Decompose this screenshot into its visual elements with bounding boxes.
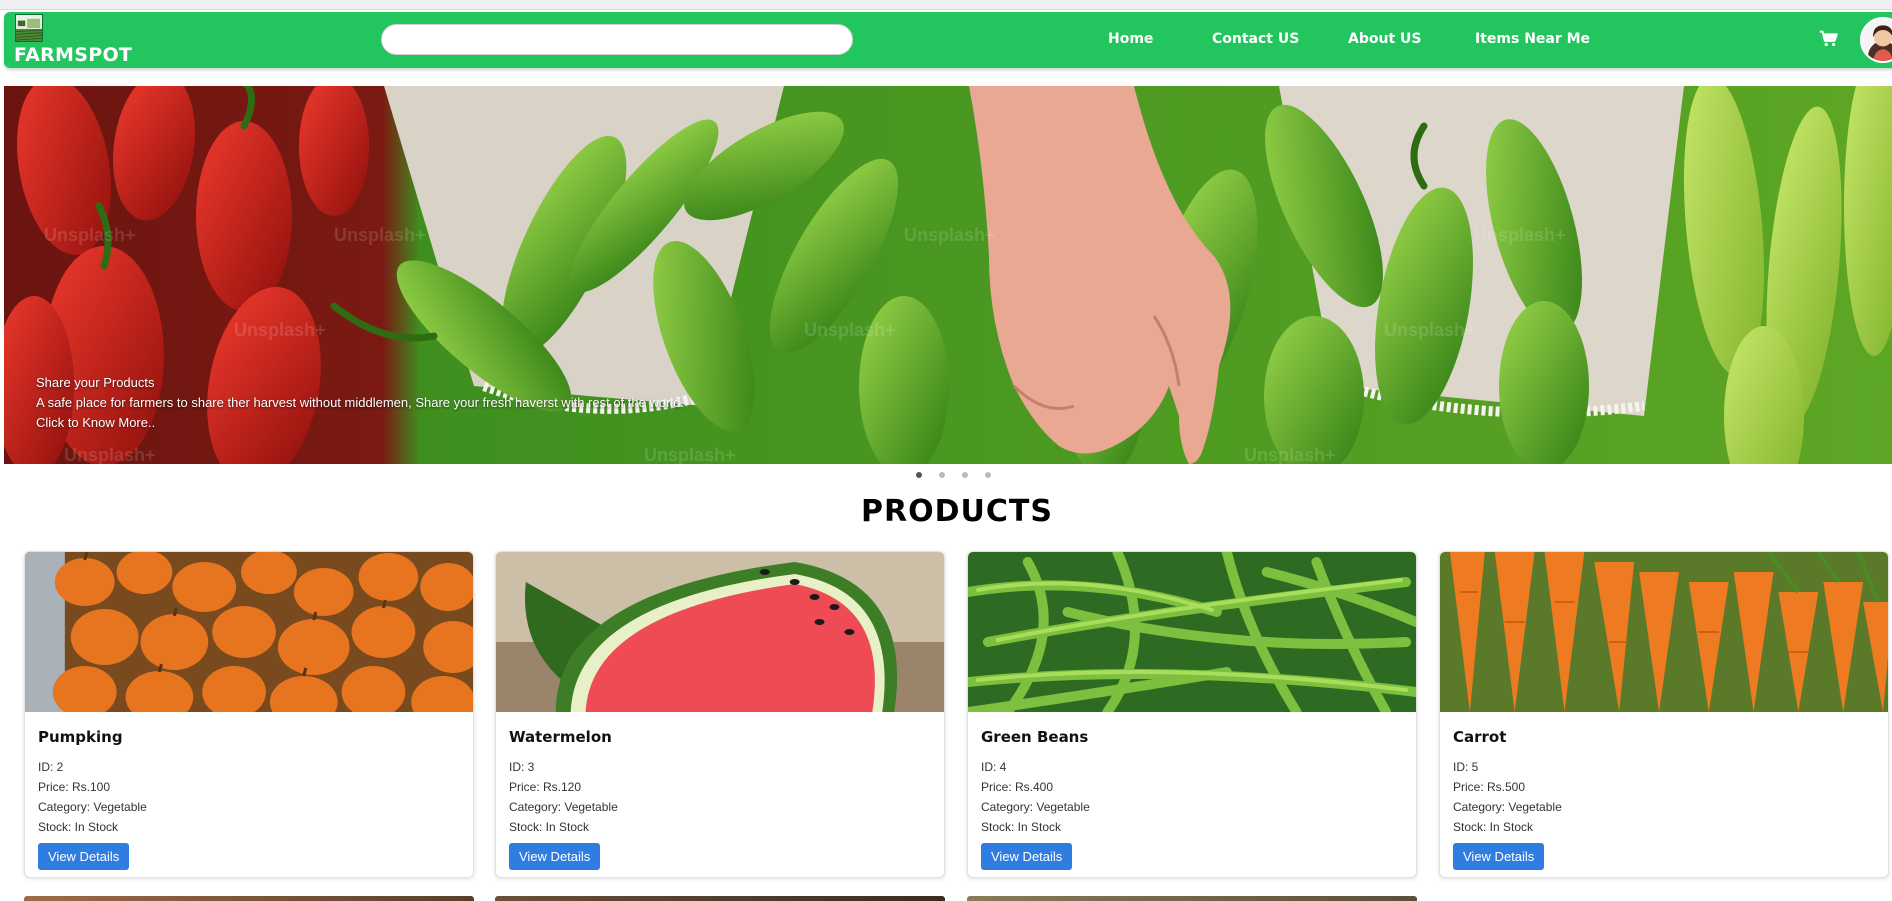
product-name: Watermelon [509, 728, 612, 746]
product-image-pumpkin [25, 552, 473, 712]
product-id: ID: 5 [1453, 760, 1479, 774]
product-stock: Stock: In Stock [1453, 820, 1534, 834]
carousel-indicators [916, 472, 991, 478]
product-stock: Stock: In Stock [981, 820, 1062, 834]
product-name: Pumpking [38, 728, 123, 746]
product-id: ID: 4 [981, 760, 1007, 774]
product-category: Category: Vegetable [509, 800, 618, 814]
product-category: Category: Vegetable [981, 800, 1090, 814]
carousel-dot-4[interactable] [985, 472, 991, 478]
view-details-button[interactable]: View Details [981, 843, 1073, 870]
hero-title: Share your Products [36, 375, 155, 390]
hero-caption: Share your Products A safe place for far… [36, 373, 684, 433]
svg-text:Unsplash+: Unsplash+ [334, 225, 426, 245]
nav-contact-link[interactable]: Contact US [1212, 31, 1299, 47]
nav-home-link[interactable]: Home [1108, 31, 1153, 47]
product-id: ID: 3 [509, 760, 535, 774]
product-name: Green Beans [981, 728, 1089, 746]
carousel-dot-1[interactable] [916, 472, 922, 478]
hero-subtitle: A safe place for farmers to share ther h… [36, 395, 685, 410]
browser-top-strip [0, 0, 1892, 10]
svg-text:Unsplash+: Unsplash+ [644, 445, 736, 464]
logo-icon [15, 14, 43, 42]
product-price: Price: Rs.100 [38, 780, 111, 794]
hero-carousel[interactable]: Unsplash+ Unsplash+ Unsplash+ Unsplash+ … [4, 86, 1892, 464]
svg-text:Unsplash+: Unsplash+ [904, 225, 996, 245]
brand-logo[interactable]: FARMSPOT [12, 13, 132, 67]
carousel-dot-2[interactable] [939, 472, 945, 478]
svg-text:Unsplash+: Unsplash+ [804, 320, 896, 340]
product-image-green-beans [968, 552, 1416, 712]
product-card: Carrot ID: 5 Price: Rs.500 Category: Veg… [1439, 551, 1889, 878]
products-heading: PRODUCTS [861, 494, 1053, 529]
svg-text:Unsplash+: Unsplash+ [64, 445, 156, 464]
next-row-card-edge [24, 896, 474, 901]
product-price: Price: Rs.400 [981, 780, 1054, 794]
product-card: Watermelon ID: 3 Price: Rs.120 Category:… [495, 551, 945, 878]
product-image-carrot [1440, 552, 1888, 712]
cart-icon[interactable] [1818, 28, 1840, 50]
search-input[interactable] [381, 24, 853, 55]
carousel-dot-3[interactable] [962, 472, 968, 478]
product-price: Price: Rs.120 [509, 780, 582, 794]
hero-cta-link[interactable]: Click to Know More.. [36, 413, 684, 433]
view-details-button[interactable]: View Details [38, 843, 130, 870]
next-row-card-edge [495, 896, 945, 901]
product-image-watermelon [496, 552, 944, 712]
svg-text:Unsplash+: Unsplash+ [234, 320, 326, 340]
svg-text:Unsplash+: Unsplash+ [1384, 320, 1476, 340]
svg-text:Unsplash+: Unsplash+ [1244, 445, 1336, 464]
product-category: Category: Vegetable [38, 800, 147, 814]
product-stock: Stock: In Stock [509, 820, 590, 834]
product-stock: Stock: In Stock [38, 820, 119, 834]
product-id: ID: 2 [38, 760, 64, 774]
brand-name: FARMSPOT [14, 44, 133, 66]
svg-text:Unsplash+: Unsplash+ [44, 225, 136, 245]
view-details-button[interactable]: View Details [509, 843, 601, 870]
product-name: Carrot [1453, 728, 1507, 746]
next-row-card-edge [967, 896, 1417, 901]
product-category: Category: Vegetable [1453, 800, 1562, 814]
product-card: Pumpking ID: 2 Price: Rs.100 Category: V… [24, 551, 474, 878]
view-details-button[interactable]: View Details [1453, 843, 1545, 870]
nav-items-near-me-link[interactable]: Items Near Me [1475, 31, 1590, 47]
product-card: Green Beans ID: 4 Price: Rs.400 Category… [967, 551, 1417, 878]
product-price: Price: Rs.500 [1453, 780, 1526, 794]
avatar-icon[interactable] [1860, 17, 1892, 63]
navbar: FARMSPOT Home Contact US About US Items … [4, 12, 1892, 68]
svg-text:Unsplash+: Unsplash+ [1474, 225, 1566, 245]
nav-about-link[interactable]: About US [1348, 31, 1421, 47]
